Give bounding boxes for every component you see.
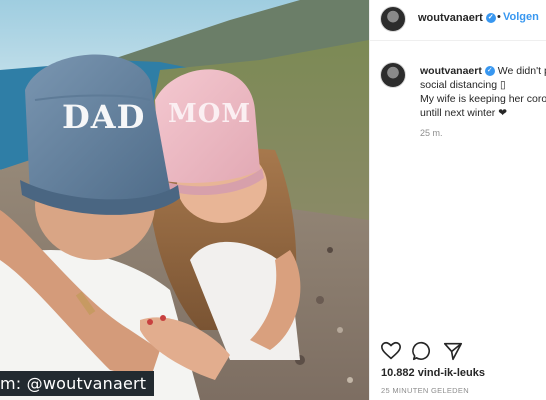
heart-icon[interactable] bbox=[380, 340, 402, 362]
caption-line-3: My wife is keeping her coro bbox=[420, 93, 546, 105]
follow-button[interactable]: Volgen bbox=[503, 11, 539, 23]
caption-line-4: untill next winter ❤ bbox=[420, 107, 507, 119]
photo-credit-watermark: m: @woutvanaert bbox=[0, 371, 155, 396]
caption-verified-icon: ✓ bbox=[484, 66, 495, 77]
caption-username[interactable]: woutvanaert bbox=[420, 65, 482, 77]
post-time-ago: 25 MINUTEN GELEDEN bbox=[381, 386, 469, 395]
post-photo[interactable]: DAD MOM m: @woutvanaert bbox=[0, 0, 369, 400]
comment-icon[interactable] bbox=[411, 340, 433, 362]
post-actions bbox=[380, 340, 540, 362]
caption-line-1: woutvanaert ✓ We didn't p bbox=[420, 64, 546, 78]
verified-badge-icon: ✓ bbox=[485, 13, 496, 24]
header-username[interactable]: woutvanaert ✓ bbox=[418, 12, 496, 24]
cap-mom-text: MOM bbox=[168, 99, 251, 129]
post-header: woutvanaert ✓ • Volgen bbox=[370, 0, 546, 41]
cap-dad-text: DAD bbox=[62, 98, 145, 136]
post-sidebar: woutvanaert ✓ • Volgen woutvanaert ✓ We di… bbox=[369, 0, 546, 400]
photo-illustration: DAD MOM bbox=[0, 0, 369, 400]
post-caption: woutvanaert ✓ We didn't p social distanci… bbox=[420, 64, 546, 120]
caption-avatar[interactable] bbox=[380, 62, 406, 88]
header-username-text[interactable]: woutvanaert bbox=[418, 12, 483, 24]
caption-line-2: social distancing ▯ bbox=[420, 79, 506, 91]
caption-timestamp: 25 m. bbox=[420, 128, 443, 138]
header-separator: • bbox=[497, 11, 501, 23]
like-count[interactable]: 10.882 vind-ik-leuks bbox=[381, 367, 485, 379]
caption-text-1: We didn't p bbox=[497, 65, 546, 77]
share-icon[interactable] bbox=[442, 340, 464, 362]
avatar[interactable] bbox=[380, 6, 406, 32]
